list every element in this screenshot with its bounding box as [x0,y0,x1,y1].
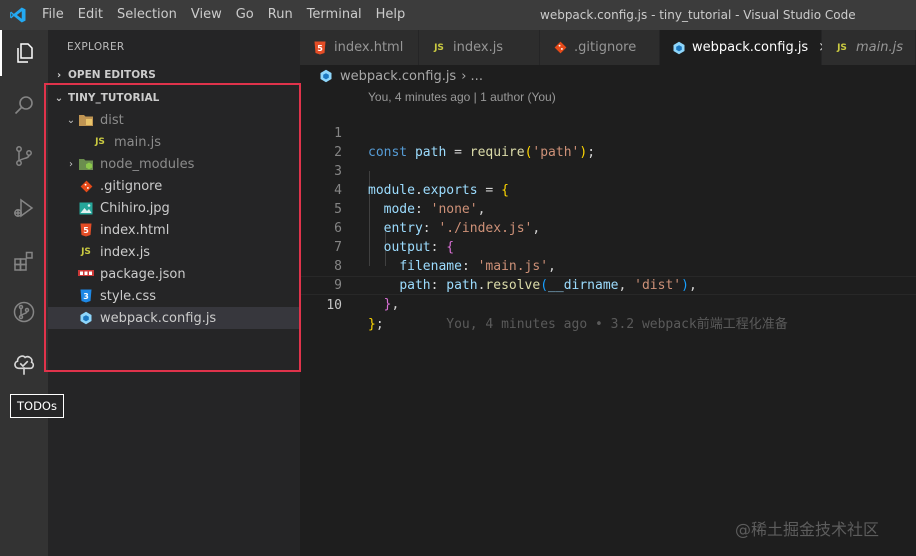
js-file-icon: JS [434,42,444,53]
tree-folder-dist[interactable]: ⌄ dist [48,109,300,131]
open-editors-section[interactable]: › OPEN EDITORS [48,64,300,86]
editor-tab-bar: 5 index.html JS index.js .gitignore webp… [300,30,916,65]
code-line-9: 9 }, [334,278,400,312]
explorer-icon[interactable] [0,30,48,76]
menu-selection[interactable]: Selection [110,0,184,30]
run-debug-icon[interactable] [0,185,48,231]
webpack-file-icon [672,40,686,56]
js-file-icon: JS [81,247,91,257]
git-file-icon [78,178,94,194]
todo-tree-icon[interactable] [0,342,48,388]
tree-folder-node-modules[interactable]: › node_modules [48,153,300,175]
webpack-file-icon [78,310,94,326]
html-file-icon: 5 [312,40,328,56]
codelens-blame[interactable]: You, 4 minutes ago | 1 author (You) [368,90,556,104]
webpack-file-icon [318,68,334,84]
tree-file-style-css[interactable]: 3 style.css [48,285,300,307]
explorer-sidebar: EXPLORER › OPEN EDITORS ⌄ TINY_TUTORIAL … [48,30,300,556]
watermark: @稀土掘金技术社区 [735,520,880,539]
tree-file-gitignore[interactable]: .gitignore [48,175,300,197]
tree-file-index-js[interactable]: JS index.js [48,241,300,263]
tree-item-label: .gitignore [100,178,163,194]
svg-text:5: 5 [317,44,323,53]
tab-index-html[interactable]: 5 index.html [300,30,419,65]
chevron-down-icon: ⌄ [54,92,64,104]
tab-label: main.js [856,40,903,55]
tree-file-main-js[interactable]: JS main.js [48,131,300,153]
activity-bar [0,30,48,556]
folder-dist-icon [78,112,94,128]
open-editors-label: OPEN EDITORS [68,69,156,81]
tree-item-label: webpack.config.js [100,310,217,326]
tree-item-label: index.js [100,244,151,260]
source-control-icon[interactable] [0,133,48,179]
tab-index-js[interactable]: JS index.js [419,30,540,65]
tab-label: index.js [453,40,504,55]
tree-item-label: style.css [100,288,156,304]
code-editor[interactable]: You, 4 minutes ago | 1 author (You) 1 co… [300,86,916,556]
todos-tooltip: TODOs [10,394,64,418]
html-file-icon: 5 [78,222,94,238]
project-section[interactable]: ⌄ TINY_TUTORIAL [48,87,300,109]
tree-file-webpack-config-js[interactable]: webpack.config.js [48,307,300,329]
chevron-right-icon: › [69,158,73,170]
svg-text:5: 5 [83,226,89,235]
image-file-icon [78,200,94,216]
code-line-5: 5 entry: './index.js', [334,202,541,236]
git-graph-icon[interactable] [0,289,48,335]
explorer-title: EXPLORER [67,41,125,53]
chevron-down-icon: ⌄ [66,114,76,126]
breadcrumb-file[interactable]: webpack.config.js [340,69,456,84]
tab-label: .gitignore [574,40,637,55]
tab-label: webpack.config.js [692,40,809,55]
code-line-7: 7 filename: 'main.js', [334,240,556,274]
tree-item-label: package.json [100,266,186,282]
search-icon[interactable] [0,82,48,128]
tree-file-chihiro-jpg[interactable]: Chihiro.jpg [48,197,300,219]
inline-blame: You, 4 minutes ago • 3.2 webpack前端工程化准备 [446,317,788,332]
menu-bar: File Edit Selection View Go Run Terminal… [35,0,412,30]
npm-file-icon [78,266,94,282]
menu-run[interactable]: Run [261,0,300,30]
title-bar: File Edit Selection View Go Run Terminal… [0,0,916,30]
window-title: webpack.config.js - tiny_tutorial - Visu… [540,8,856,22]
tree-item-label: index.html [100,222,170,238]
code-line-1: 1 const path = require('path'); [334,126,596,160]
chevron-right-icon: › [56,69,62,81]
extensions-icon[interactable] [0,238,48,284]
tree-file-package-json[interactable]: package.json [48,263,300,285]
css-file-icon: 3 [78,288,94,304]
tree-item-label: node_modules [100,156,195,172]
breadcrumb-trail[interactable]: › ... [461,69,483,84]
folder-node-icon [78,156,94,172]
tree-item-label: main.js [114,134,161,150]
tree-item-label: Chihiro.jpg [100,200,170,216]
menu-view[interactable]: View [184,0,229,30]
code-line-3: 3 module.exports = { [334,164,509,198]
tree-item-label: dist [100,112,124,128]
svg-text:3: 3 [83,292,89,301]
menu-edit[interactable]: Edit [71,0,110,30]
js-file-icon: JS [95,137,105,147]
code-line-4: 4 mode: 'none', [334,183,486,217]
code-line-2: 2 [334,145,342,160]
tab-webpack-config-js[interactable]: webpack.config.js × [660,30,829,65]
tab-gitignore[interactable]: .gitignore [540,30,660,65]
vscode-logo-icon [0,0,35,30]
project-label: TINY_TUTORIAL [68,92,160,104]
code-line-8: 8 path: path.resolve(__dirname, 'dist'), [334,259,697,293]
menu-file[interactable]: File [35,0,71,30]
code-line-10: 10 }; You, 4 minutes ago • 3.2 webpack前端… [300,276,916,332]
tab-label: index.html [334,40,404,55]
menu-go[interactable]: Go [229,0,261,30]
code-line-6: 6 output: { [334,221,455,255]
menu-terminal[interactable]: Terminal [300,0,369,30]
breadcrumb: webpack.config.js › ... [318,66,483,86]
js-file-icon: JS [837,42,847,53]
menu-help[interactable]: Help [369,0,413,30]
tree-file-index-html[interactable]: 5 index.html [48,219,300,241]
git-file-icon [552,40,568,56]
tab-main-js[interactable]: JS main.js [822,30,916,65]
